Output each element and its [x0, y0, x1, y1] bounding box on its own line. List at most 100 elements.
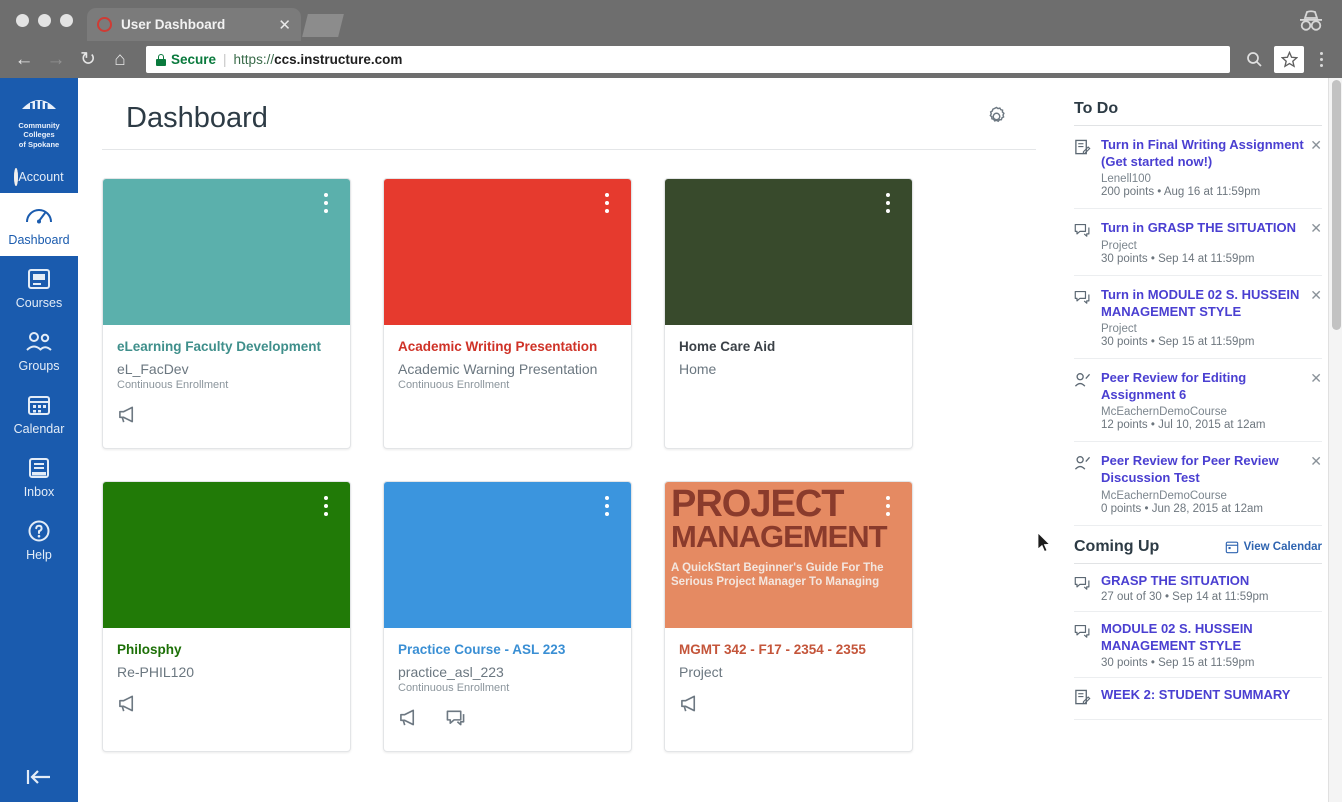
- collapse-nav-icon: [26, 770, 50, 784]
- course-card-options-icon[interactable]: [605, 496, 609, 516]
- forward-button[interactable]: →: [40, 44, 72, 76]
- view-calendar-link[interactable]: View Calendar: [1225, 540, 1322, 554]
- dismiss-icon[interactable]: ✕: [1310, 221, 1322, 235]
- help-question-icon: [28, 520, 50, 542]
- coming-up-item-meta: 27 out of 30 • Sep 14 at 11:59pm: [1101, 591, 1269, 604]
- dismiss-icon[interactable]: ✕: [1310, 371, 1322, 385]
- course-card-options-icon[interactable]: [605, 193, 609, 213]
- coming-up-item[interactable]: WEEK 2: STUDENT SUMMARY: [1074, 678, 1322, 720]
- todo-item[interactable]: Turn in Final Writing Assignment (Get st…: [1074, 126, 1322, 210]
- spokane-logo-icon: [22, 100, 56, 109]
- todo-item[interactable]: Peer Review for Editing Assignment 6 McE…: [1074, 359, 1322, 443]
- course-card[interactable]: Academic Writing Presentation Academic W…: [383, 178, 632, 449]
- course-card-title[interactable]: Practice Course - ASL 223: [398, 642, 617, 659]
- assignment-icon: [1074, 687, 1092, 711]
- todo-item-meta: 0 points • Jun 28, 2015 at 12am: [1101, 502, 1263, 515]
- todo-item-course: Project: [1101, 323, 1137, 336]
- todo-heading: To Do: [1074, 100, 1322, 126]
- todo-item[interactable]: Turn in GRASP THE SITUATION Project 30 p…: [1074, 209, 1322, 276]
- coming-up-item-title[interactable]: GRASP THE SITUATION: [1101, 573, 1269, 590]
- zoom-search-icon[interactable]: [1238, 44, 1270, 76]
- discussion-icon[interactable]: [445, 708, 466, 732]
- todo-item[interactable]: Peer Review for Peer Review Discussion T…: [1074, 442, 1322, 526]
- window-controls[interactable]: [0, 14, 87, 41]
- announcement-icon[interactable]: [398, 708, 419, 732]
- groups-people-icon: [26, 332, 52, 351]
- url-scheme: https://: [233, 52, 275, 67]
- todo-item-title[interactable]: Turn in MODULE 02 S. HUSSEIN MANAGEMENT …: [1101, 287, 1304, 320]
- calendar-icon: [28, 396, 50, 416]
- back-button[interactable]: ←: [8, 44, 40, 76]
- coming-up-item-title[interactable]: WEEK 2: STUDENT SUMMARY: [1101, 687, 1290, 704]
- sidebar-item-dashboard[interactable]: Dashboard: [0, 193, 78, 257]
- course-card-options-icon[interactable]: [886, 496, 890, 516]
- course-card[interactable]: PROJECT MANAGEMENT A QuickStart Beginner…: [664, 481, 913, 752]
- course-card-code: practice_asl_223: [398, 663, 504, 680]
- course-card[interactable]: Practice Course - ASL 223 practice_asl_2…: [383, 481, 632, 752]
- course-card-title[interactable]: Philosphy: [117, 642, 336, 659]
- sidebar-item-courses[interactable]: Courses: [0, 256, 78, 319]
- sidebar-item-label: Courses: [15, 296, 63, 311]
- course-card-title[interactable]: MGMT 342 - F17 - 2354 - 2355: [679, 642, 898, 659]
- maximize-window-dot[interactable]: [60, 14, 73, 27]
- sidebar-item-groups[interactable]: Groups: [0, 319, 78, 382]
- course-card-header[interactable]: PROJECT MANAGEMENT A QuickStart Beginner…: [665, 482, 912, 628]
- course-card[interactable]: eLearning Faculty Development eL_FacDev …: [102, 178, 351, 449]
- course-card-options-icon[interactable]: [886, 193, 890, 213]
- course-card[interactable]: Home Care Aid Home: [664, 178, 913, 449]
- todo-item[interactable]: Turn in MODULE 02 S. HUSSEIN MANAGEMENT …: [1074, 276, 1322, 360]
- institution-logo[interactable]: Community Colleges of Spokane: [0, 78, 78, 159]
- todo-item-title[interactable]: Turn in GRASP THE SITUATION: [1101, 220, 1304, 237]
- course-card-header[interactable]: [103, 482, 350, 628]
- coming-up-item-content: MODULE 02 S. HUSSEIN MANAGEMENT STYLE 30…: [1101, 621, 1322, 668]
- address-input[interactable]: Secure | https:// ccs.instructure.com: [146, 46, 1230, 73]
- home-button[interactable]: ⌂: [104, 44, 136, 76]
- todo-item-content: Peer Review for Peer Review Discussion T…: [1101, 453, 1322, 514]
- course-card-header[interactable]: [665, 179, 912, 325]
- coming-up-item[interactable]: MODULE 02 S. HUSSEIN MANAGEMENT STYLE 30…: [1074, 612, 1322, 678]
- course-card[interactable]: Philosphy Re-PHIL120: [102, 481, 351, 752]
- course-card-header[interactable]: [103, 179, 350, 325]
- reload-button[interactable]: ↻: [72, 44, 104, 76]
- minimize-window-dot[interactable]: [38, 14, 51, 27]
- course-card-icons: [117, 405, 336, 429]
- todo-item-title[interactable]: Turn in Final Writing Assignment (Get st…: [1101, 137, 1304, 170]
- course-card-options-icon[interactable]: [324, 193, 328, 213]
- dismiss-icon[interactable]: ✕: [1310, 454, 1322, 468]
- course-card-header[interactable]: [384, 179, 631, 325]
- todo-item-title[interactable]: Peer Review for Peer Review Discussion T…: [1101, 453, 1304, 486]
- announcement-icon[interactable]: [679, 694, 700, 718]
- browser-menu-icon[interactable]: [1308, 52, 1334, 67]
- course-card-title[interactable]: eLearning Faculty Development: [117, 339, 336, 356]
- scrollbar-thumb[interactable]: [1332, 80, 1341, 330]
- coming-up-item-content: GRASP THE SITUATION 27 out of 30 • Sep 1…: [1101, 573, 1269, 604]
- course-card-code: Academic Warning Presentation: [398, 360, 598, 377]
- course-card-header[interactable]: [384, 482, 631, 628]
- discussion-icon: [1074, 573, 1092, 604]
- coming-up-item-title[interactable]: MODULE 02 S. HUSSEIN MANAGEMENT STYLE: [1101, 621, 1322, 654]
- sidebar-item-account[interactable]: Account: [0, 159, 78, 193]
- browser-tab[interactable]: User Dashboard ✕: [87, 8, 301, 41]
- announcement-icon[interactable]: [117, 405, 138, 429]
- collapse-nav-button[interactable]: [0, 767, 78, 792]
- todo-item-meta: 30 points • Sep 15 at 11:59pm: [1101, 336, 1255, 349]
- dismiss-icon[interactable]: ✕: [1310, 288, 1322, 302]
- tab-title: User Dashboard: [121, 17, 226, 32]
- announcement-icon[interactable]: [117, 694, 138, 718]
- course-card-title[interactable]: Academic Writing Presentation: [398, 339, 617, 356]
- coming-up-item[interactable]: GRASP THE SITUATION 27 out of 30 • Sep 1…: [1074, 564, 1322, 613]
- dismiss-icon[interactable]: ✕: [1310, 138, 1322, 152]
- sidebar-item-calendar[interactable]: Calendar: [0, 382, 78, 445]
- new-tab-button[interactable]: [302, 14, 344, 37]
- sidebar-item-inbox[interactable]: Inbox: [0, 445, 78, 508]
- dashboard-options-gear-icon[interactable]: [985, 105, 1008, 133]
- coming-up-heading-label: Coming Up: [1074, 537, 1160, 555]
- sidebar-item-help[interactable]: Help: [0, 508, 78, 571]
- course-card-options-icon[interactable]: [324, 496, 328, 516]
- close-icon[interactable]: ✕: [278, 16, 291, 34]
- page-scrollbar[interactable]: [1328, 78, 1342, 802]
- course-card-title[interactable]: Home Care Aid: [679, 339, 898, 356]
- close-window-dot[interactable]: [16, 14, 29, 27]
- todo-item-title[interactable]: Peer Review for Editing Assignment 6: [1101, 370, 1304, 403]
- bookmark-star-icon[interactable]: [1274, 46, 1304, 73]
